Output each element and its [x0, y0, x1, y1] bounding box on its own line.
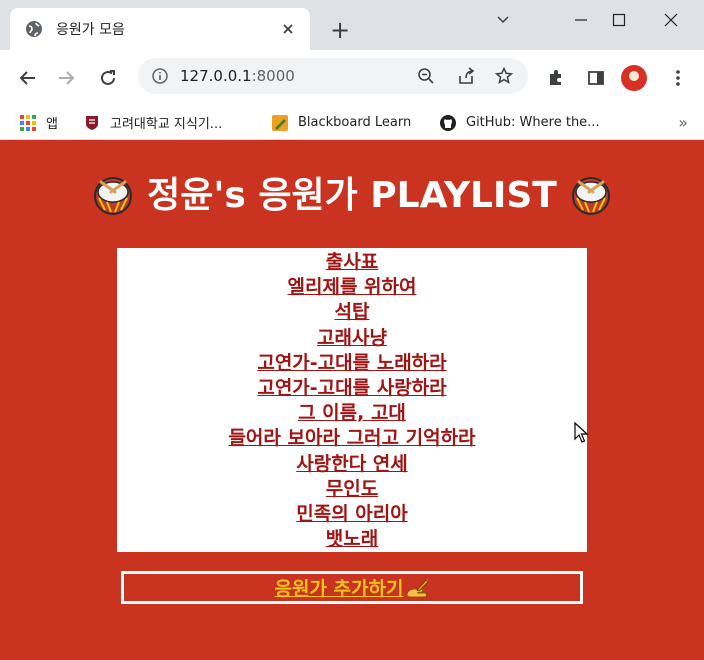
page-title: 정윤's 응원가 PLAYLIST — [0, 170, 704, 221]
bookmark-star-icon[interactable] — [494, 66, 514, 86]
share-icon[interactable] — [456, 66, 476, 86]
song-link[interactable]: 사랑한다 연세 — [117, 452, 587, 477]
song-link[interactable]: 고연가-고대를 노래하라 — [117, 351, 587, 376]
bookmark-label: GitHub: Where the... — [466, 115, 600, 130]
add-song-link[interactable]: 응원가 추가하기 — [275, 574, 404, 601]
bookmark-label: 앱 — [46, 117, 58, 132]
tab-strip: 응원가 모음 + — [0, 0, 704, 50]
profile-avatar[interactable] — [620, 64, 648, 92]
globe-icon — [24, 19, 44, 39]
song-link[interactable]: 출사표 — [117, 250, 587, 275]
back-arrow-icon[interactable] — [14, 64, 42, 92]
bookmark-apps[interactable]: 앱 — [20, 106, 58, 139]
side-panel-icon[interactable] — [582, 64, 610, 92]
tab-close-icon[interactable] — [278, 20, 298, 39]
browser-toolbar: 127.0.0.1:8000 — [0, 50, 704, 106]
page-title-text: 정윤's 응원가 PLAYLIST — [147, 175, 557, 216]
url-host: 127.0.0.1 — [180, 67, 252, 85]
close-window-icon[interactable] — [646, 0, 696, 40]
playlist-box: 출사표 엘리제를 위하여 석탑 고래사냥 고연가-고대를 노래하라 고연가-고대… — [117, 248, 587, 552]
bookmark-label: Blackboard Learn — [298, 115, 412, 130]
browser-tab[interactable]: 응원가 모음 — [10, 8, 310, 50]
bookmark-korea-university[interactable]: 고려대학교 지식기... — [84, 106, 222, 139]
url-text: 127.0.0.1:8000 — [180, 67, 295, 85]
blackboard-pencil-icon — [272, 114, 288, 131]
avatar-image — [621, 65, 647, 91]
song-link[interactable]: 들어라 보아라 그러고 기억하라 — [117, 426, 587, 451]
zoom-icon[interactable] — [416, 66, 436, 86]
bookmarks-bar: 앱 고려대학교 지식기... Blackboard Learn GitHub: … — [0, 106, 704, 140]
forward-arrow-icon[interactable] — [52, 64, 80, 92]
add-song-box: 응원가 추가하기 — [121, 571, 583, 604]
address-bar[interactable]: 127.0.0.1:8000 — [138, 58, 528, 94]
new-tab-button[interactable]: + — [326, 16, 354, 44]
song-link[interactable]: 고래사냥 — [117, 326, 587, 351]
bookmarks-overflow-chevron[interactable]: » — [678, 106, 688, 139]
site-info-icon[interactable] — [150, 66, 170, 86]
bookmark-label: 고려대학교 지식기... — [110, 117, 223, 132]
github-icon — [440, 114, 456, 131]
song-link[interactable]: 엘리제를 위하여 — [117, 275, 587, 300]
maximize-icon[interactable] — [594, 0, 644, 40]
song-link[interactable]: 그 이름, 고대 — [117, 401, 587, 426]
url-port: :8000 — [251, 67, 295, 85]
song-link[interactable]: 뱃노래 — [117, 527, 587, 552]
tab-search-icon[interactable] — [478, 0, 528, 40]
extensions-puzzle-icon[interactable] — [542, 64, 570, 92]
mouse-cursor-icon — [574, 422, 589, 443]
bookmark-blackboard[interactable]: Blackboard Learn — [272, 106, 411, 139]
page-content: 정윤's 응원가 PLAYLIST 출사표 엘리제를 위하여 석탑 고래사냥 고… — [0, 140, 704, 660]
song-link[interactable]: 석탑 — [117, 300, 587, 325]
song-link[interactable]: 민족의 아리아 — [117, 502, 587, 527]
bookmark-github[interactable]: GitHub: Where the... — [440, 106, 600, 139]
korea-university-crest-icon — [84, 115, 100, 131]
pencil-hand-icon — [406, 578, 430, 597]
song-link[interactable]: 고연가-고대를 사랑하라 — [117, 376, 587, 401]
drum-icon — [94, 177, 133, 215]
reload-icon[interactable] — [94, 64, 122, 92]
tab-title: 응원가 모음 — [56, 22, 125, 38]
drum-icon — [571, 177, 610, 215]
song-link[interactable]: 무인도 — [117, 477, 587, 502]
kebab-menu-icon[interactable] — [664, 64, 692, 92]
apps-grid-icon — [20, 114, 36, 131]
